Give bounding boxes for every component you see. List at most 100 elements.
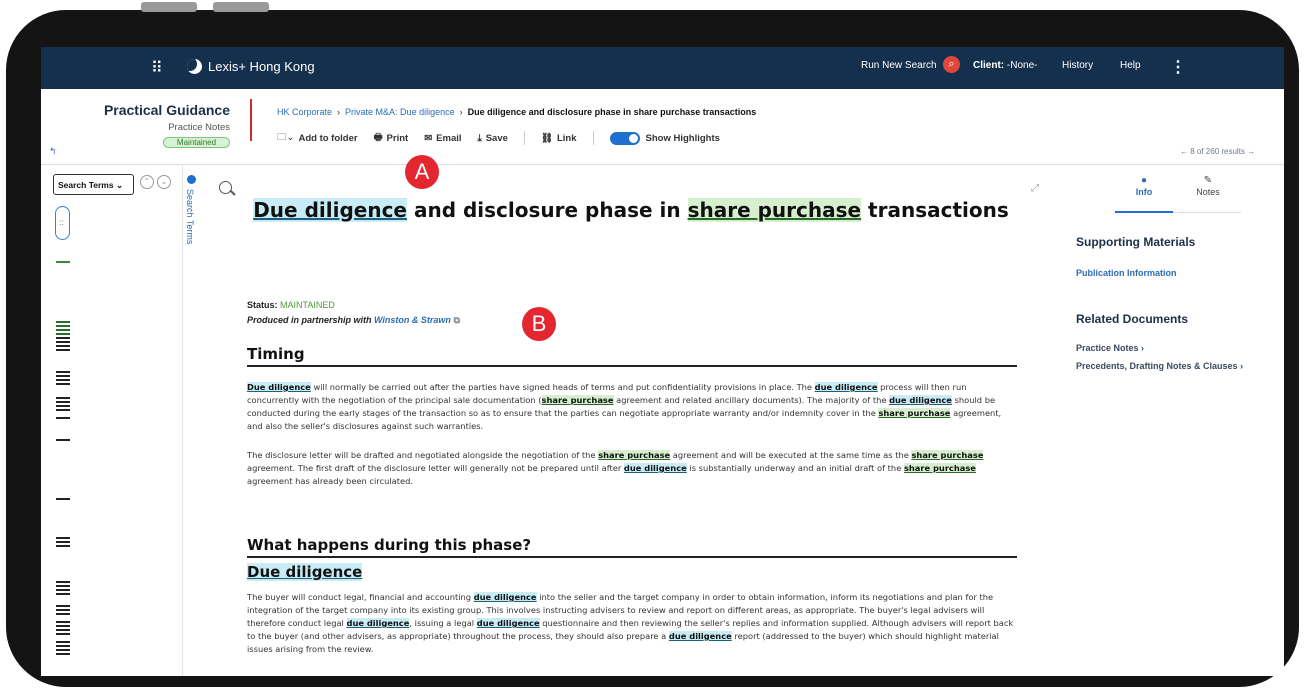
term-hit-marker[interactable] <box>56 605 70 607</box>
email-label: Email <box>436 132 462 144</box>
document-header: Practical Guidance Practice Notes Mainta… <box>41 89 1284 165</box>
term-hit-marker[interactable] <box>56 537 70 539</box>
term-hit-marker[interactable] <box>56 629 70 631</box>
term-hit-marker[interactable] <box>56 439 70 441</box>
search-terms-select-label: Search Terms <box>58 180 114 190</box>
brand-logo[interactable]: Lexis+ Hong Kong <box>187 59 315 74</box>
breadcrumb-private-ma[interactable]: Private M&A: Due diligence <box>345 107 455 117</box>
term-hit-marker[interactable] <box>56 333 70 335</box>
tablet-frame: ⠿ Lexis+ Hong Kong Run New Search ⌕ Clie… <box>6 10 1299 687</box>
term-hit-marker[interactable] <box>56 349 70 351</box>
highlight-due-diligence: due diligence <box>473 592 537 602</box>
info-icon: ● <box>1140 175 1148 186</box>
highlight-due-diligence: due diligence <box>623 463 687 473</box>
term-hit-marker[interactable] <box>56 337 70 339</box>
status-label: Status: <box>247 300 278 310</box>
term-hit-marker[interactable] <box>56 401 70 403</box>
term-hit-marker[interactable] <box>56 397 70 399</box>
related-item-practice-notes[interactable]: Practice Notes › <box>1076 343 1144 353</box>
term-hit-marker[interactable] <box>56 341 70 343</box>
show-highlights-toggle[interactable] <box>609 131 640 145</box>
status-line: Status: MAINTAINED <box>247 300 335 310</box>
toolbar-divider <box>592 131 594 145</box>
term-hit-marker[interactable] <box>56 593 70 595</box>
related-item-precedents[interactable]: Precedents, Drafting Notes & Clauses › <box>1076 361 1243 371</box>
email-button[interactable]: ✉ Email <box>424 133 461 144</box>
chevron-down-icon: ⌄ <box>115 180 124 190</box>
term-hit-marker[interactable] <box>56 609 70 611</box>
term-hit-marker[interactable] <box>56 621 70 623</box>
back-arrow-icon[interactable]: ↰ <box>49 146 57 157</box>
tab-notes[interactable]: ✎ Notes <box>1179 175 1237 197</box>
term-hit-marker[interactable] <box>56 409 70 411</box>
term-scrollbar-handle[interactable] <box>55 206 70 240</box>
next-term-icon[interactable]: ⌄ <box>157 175 171 189</box>
term-hit-marker[interactable] <box>56 261 70 263</box>
term-hit-marker[interactable] <box>56 613 70 615</box>
title-text: and disclosure phase in <box>407 198 688 222</box>
term-hit-marker[interactable] <box>56 589 70 591</box>
term-hit-marker[interactable] <box>56 417 70 419</box>
save-button[interactable]: ⤓ Save <box>478 133 508 144</box>
print-button[interactable]: 🖶 Print <box>374 130 409 146</box>
term-hit-marker[interactable] <box>56 585 70 587</box>
chevron-right-icon: › <box>1240 361 1244 371</box>
term-hit-marker[interactable] <box>56 498 70 500</box>
term-hit-marker[interactable] <box>56 379 70 381</box>
results-pager[interactable]: ← 8 of 260 results → <box>1180 147 1255 156</box>
term-hit-marker[interactable] <box>56 321 70 323</box>
tab-info[interactable]: ● Info <box>1115 175 1173 213</box>
callout-b: B <box>522 307 556 341</box>
page-title: Practical Guidance <box>103 102 230 118</box>
envelope-icon: ✉ <box>424 132 433 144</box>
term-hit-marker[interactable] <box>56 625 70 627</box>
term-hit-marker[interactable] <box>56 545 70 547</box>
expand-icon[interactable]: ⤢ <box>1031 183 1039 194</box>
add-to-folder-button[interactable]: 🗀⌄ Add to folder <box>277 130 358 146</box>
produced-in-partnership: Produced in partnership with Winston & S… <box>247 315 460 326</box>
previous-term-icon[interactable]: ⌃ <box>140 175 154 189</box>
document-toolbar: 🗀⌄ Add to folder 🖶 Print ✉ Email ⤓ Save ⛓ Lin… <box>277 130 720 146</box>
search-terms-vertical-tab[interactable]: Search Terms <box>183 165 203 285</box>
term-hit-marker[interactable] <box>56 649 70 651</box>
term-hit-marker[interactable] <box>56 383 70 385</box>
link-button[interactable]: ⛓ Link <box>541 133 577 144</box>
search-icon[interactable]: ⌕ <box>943 56 960 73</box>
breadcrumb-hk-corporate[interactable]: HK Corporate <box>277 107 332 117</box>
term-hit-marker[interactable] <box>56 345 70 347</box>
history-link[interactable]: History <box>1062 60 1093 71</box>
term-hit-marker[interactable] <box>56 325 70 327</box>
term-hit-marker[interactable] <box>56 633 70 635</box>
apps-grid-icon[interactable]: ⠿ <box>151 58 163 78</box>
top-navigation-bar: ⠿ Lexis+ Hong Kong Run New Search ⌕ Clie… <box>41 47 1284 89</box>
term-hit-marker[interactable] <box>56 581 70 583</box>
lexis-globe-icon <box>187 59 202 74</box>
term-hit-marker[interactable] <box>56 375 70 377</box>
chevron-right-icon: › <box>334 107 346 117</box>
right-info-panel: ● Info ✎ Notes Supporting Materials Public… <box>1051 165 1284 676</box>
highlight-due-diligence: Due diligence <box>247 382 311 392</box>
title-text: transactions <box>861 198 1009 222</box>
run-new-search-link[interactable]: Run New Search <box>861 60 937 71</box>
term-hit-marker[interactable] <box>56 653 70 655</box>
highlight-share-purchase: share purchase <box>541 395 614 405</box>
term-hit-marker[interactable] <box>56 541 70 543</box>
partner-link[interactable]: Winston & Strawn <box>374 315 451 325</box>
magnifier-icon[interactable] <box>219 181 232 194</box>
produced-prefix: Produced in partnership with <box>247 315 375 325</box>
term-hit-marker[interactable] <box>56 641 70 643</box>
client-selector[interactable]: Client: -None- <box>973 60 1037 71</box>
save-label: Save <box>485 132 508 144</box>
app-screen: ⠿ Lexis+ Hong Kong Run New Search ⌕ Clie… <box>41 47 1284 676</box>
term-hit-marker[interactable] <box>56 645 70 647</box>
term-hit-marker[interactable] <box>56 329 70 331</box>
timing-heading: Timing <box>247 345 1017 367</box>
term-hit-marker[interactable] <box>56 371 70 373</box>
publication-information-link[interactable]: Publication Information <box>1076 268 1177 278</box>
search-terms-select[interactable]: Search Terms ⌄ <box>53 174 134 195</box>
term-hit-marker[interactable] <box>56 405 70 407</box>
vertical-tab-label: Search Terms <box>185 189 195 245</box>
help-link[interactable]: Help <box>1120 60 1141 71</box>
more-options-icon[interactable]: ⋮ <box>1170 57 1186 77</box>
timing-paragraph-2: The disclosure letter will be drafted an… <box>247 450 984 486</box>
